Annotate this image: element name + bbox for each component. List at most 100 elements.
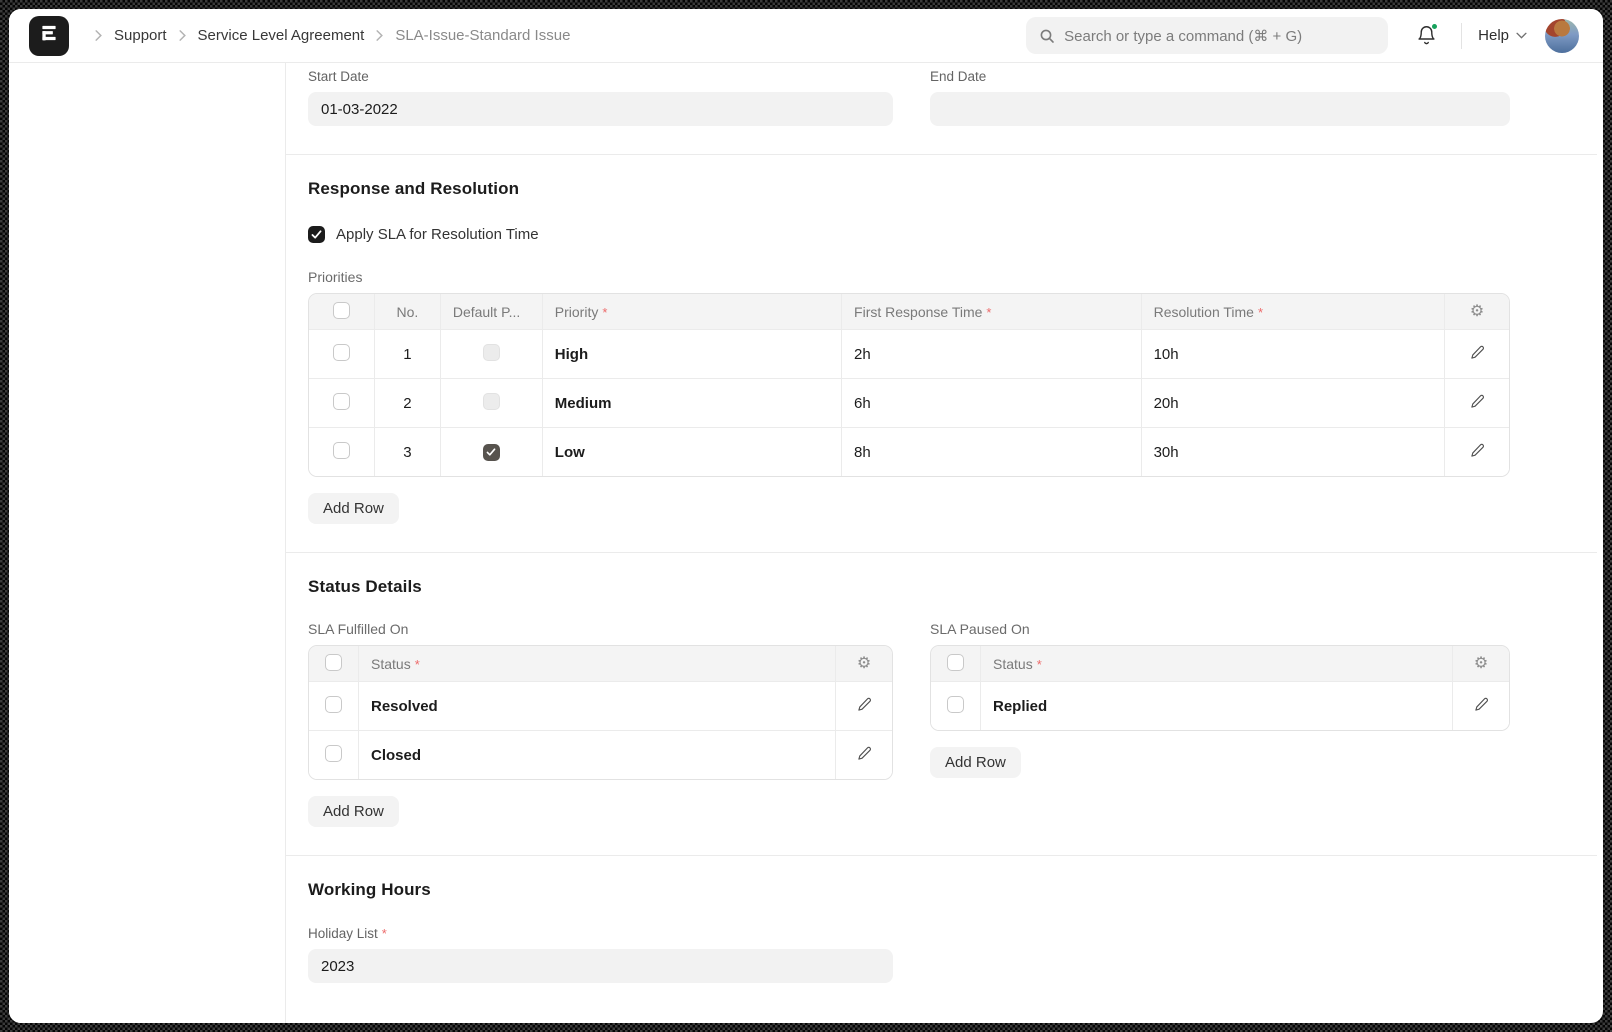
status-cell[interactable]: Replied bbox=[981, 681, 1453, 730]
chevron-right-icon bbox=[375, 29, 384, 42]
default-priority-checkbox[interactable] bbox=[483, 444, 500, 461]
row-select-checkbox[interactable] bbox=[333, 442, 350, 459]
col-default-priority: Default P... bbox=[441, 294, 543, 329]
chevron-down-icon bbox=[1516, 32, 1527, 39]
breadcrumb-item[interactable]: SLA-Issue-Standard Issue bbox=[395, 27, 570, 44]
table-row: 1 High 2h 10h bbox=[309, 329, 1509, 378]
navbar-divider bbox=[1461, 23, 1462, 49]
app-window: Support Service Level Agreement SLA-Issue-… bbox=[9, 9, 1603, 1023]
table-settings-gear-icon[interactable]: ⚙︎ bbox=[1474, 656, 1488, 672]
status-cell[interactable]: Resolved bbox=[359, 681, 836, 730]
table-row: Replied bbox=[931, 681, 1509, 730]
priorities-header-row: No. Default P... Priority* First Respons… bbox=[309, 294, 1509, 329]
search-input[interactable]: Search or type a command (⌘ + G) bbox=[1026, 17, 1388, 54]
sla-paused-header-row: Status* ⚙︎ bbox=[931, 646, 1509, 681]
table-settings-gear-icon[interactable]: ⚙︎ bbox=[1470, 304, 1484, 320]
first-response-time-cell[interactable]: 6h bbox=[842, 378, 1142, 427]
apply-sla-checkbox[interactable]: Apply SLA for Resolution Time bbox=[308, 226, 539, 243]
priorities-add-row-button[interactable]: Add Row bbox=[308, 493, 399, 524]
app-logo[interactable] bbox=[29, 16, 69, 56]
col-no: No. bbox=[375, 294, 441, 329]
select-all-checkbox[interactable] bbox=[333, 302, 350, 319]
start-date-input[interactable]: 01-03-2022 bbox=[308, 92, 893, 126]
col-first-response-time: First Response Time* bbox=[842, 294, 1142, 329]
section-title-status: Status Details bbox=[308, 577, 1513, 597]
row-select-checkbox[interactable] bbox=[325, 745, 342, 762]
holiday-list-value: 2023 bbox=[321, 958, 354, 975]
start-date-value: 01-03-2022 bbox=[321, 101, 398, 118]
left-panel bbox=[9, 63, 286, 1023]
edit-row-button[interactable] bbox=[857, 746, 872, 761]
table-row: 3 Low 8h 30h bbox=[309, 427, 1509, 476]
col-resolution-time: Resolution Time* bbox=[1142, 294, 1445, 329]
select-all-checkbox[interactable] bbox=[947, 654, 964, 671]
holiday-list-label: Holiday List* bbox=[308, 926, 893, 941]
end-date-input[interactable] bbox=[930, 92, 1510, 126]
first-response-time-cell[interactable]: 2h bbox=[842, 329, 1142, 378]
search-placeholder: Search or type a command (⌘ + G) bbox=[1064, 27, 1302, 45]
sla-fulfilled-table: Status* ⚙︎ Resolved Closed bbox=[308, 645, 893, 780]
table-settings-gear-icon[interactable]: ⚙︎ bbox=[857, 656, 871, 672]
row-select-checkbox[interactable] bbox=[333, 344, 350, 361]
apply-sla-label: Apply SLA for Resolution Time bbox=[336, 226, 539, 243]
edit-pencil-icon bbox=[1470, 443, 1485, 458]
search-icon bbox=[1039, 28, 1055, 44]
priority-cell[interactable]: High bbox=[543, 329, 842, 378]
edit-pencil-icon bbox=[857, 697, 872, 712]
edit-pencil-icon bbox=[857, 746, 872, 761]
edit-pencil-icon bbox=[1470, 394, 1485, 409]
default-priority-checkbox[interactable] bbox=[483, 344, 500, 361]
navbar-right: Search or type a command (⌘ + G) Help bbox=[1026, 17, 1579, 54]
edit-row-button[interactable] bbox=[857, 697, 872, 712]
frappe-e-icon bbox=[38, 22, 60, 49]
start-date-label: Start Date bbox=[308, 69, 893, 84]
row-select-checkbox[interactable] bbox=[947, 696, 964, 713]
avatar[interactable] bbox=[1545, 19, 1579, 53]
sla-fulfilled-add-row-button[interactable]: Add Row bbox=[308, 796, 399, 827]
resolution-time-cell[interactable]: 30h bbox=[1142, 427, 1445, 476]
default-priority-checkbox[interactable] bbox=[483, 393, 500, 410]
resolution-time-cell[interactable]: 20h bbox=[1142, 378, 1445, 427]
table-row: Resolved bbox=[309, 681, 892, 730]
priority-cell[interactable]: Low bbox=[543, 427, 842, 476]
end-date-label: End Date bbox=[930, 69, 1510, 84]
status-cell[interactable]: Closed bbox=[359, 730, 836, 779]
sla-paused-column: SLA Paused On Status* ⚙︎ Replied bbox=[930, 621, 1510, 827]
edit-row-button[interactable] bbox=[1470, 345, 1485, 360]
section-title-working-hours: Working Hours bbox=[308, 880, 1513, 900]
col-status: Status* bbox=[981, 646, 1453, 681]
checkbox-checked-icon bbox=[308, 226, 325, 243]
priority-cell[interactable]: Medium bbox=[543, 378, 842, 427]
form-content: Start Date 01-03-2022 End Date Response … bbox=[286, 63, 1603, 1023]
help-label: Help bbox=[1478, 27, 1509, 44]
sla-paused-add-row-button[interactable]: Add Row bbox=[930, 747, 1021, 778]
section-divider bbox=[286, 154, 1597, 155]
col-status: Status* bbox=[359, 646, 836, 681]
edit-row-button[interactable] bbox=[1474, 697, 1489, 712]
sla-fulfilled-header-row: Status* ⚙︎ bbox=[309, 646, 892, 681]
holiday-list-input[interactable]: 2023 bbox=[308, 949, 893, 983]
col-priority: Priority* bbox=[543, 294, 842, 329]
row-select-checkbox[interactable] bbox=[325, 696, 342, 713]
sla-fulfilled-label: SLA Fulfilled On bbox=[308, 621, 893, 637]
edit-row-button[interactable] bbox=[1470, 443, 1485, 458]
sla-paused-label: SLA Paused On bbox=[930, 621, 1510, 637]
section-divider bbox=[286, 552, 1597, 553]
sla-paused-table: Status* ⚙︎ Replied bbox=[930, 645, 1510, 731]
notifications-button[interactable] bbox=[1410, 19, 1443, 52]
edit-pencil-icon bbox=[1470, 345, 1485, 360]
row-select-checkbox[interactable] bbox=[333, 393, 350, 410]
resolution-time-cell[interactable]: 10h bbox=[1142, 329, 1445, 378]
chevron-right-icon bbox=[94, 29, 103, 42]
priorities-table: No. Default P... Priority* First Respons… bbox=[308, 293, 1510, 477]
row-number: 3 bbox=[375, 427, 441, 476]
edit-row-button[interactable] bbox=[1470, 394, 1485, 409]
breadcrumb-item[interactable]: Service Level Agreement bbox=[198, 27, 365, 44]
section-title-response: Response and Resolution bbox=[308, 179, 1513, 199]
select-all-checkbox[interactable] bbox=[325, 654, 342, 671]
help-menu-button[interactable]: Help bbox=[1478, 27, 1527, 44]
first-response-time-cell[interactable]: 8h bbox=[842, 427, 1142, 476]
priorities-label: Priorities bbox=[308, 269, 1513, 285]
navbar: Support Service Level Agreement SLA-Issue-… bbox=[9, 9, 1603, 63]
breadcrumb-item[interactable]: Support bbox=[114, 27, 167, 44]
